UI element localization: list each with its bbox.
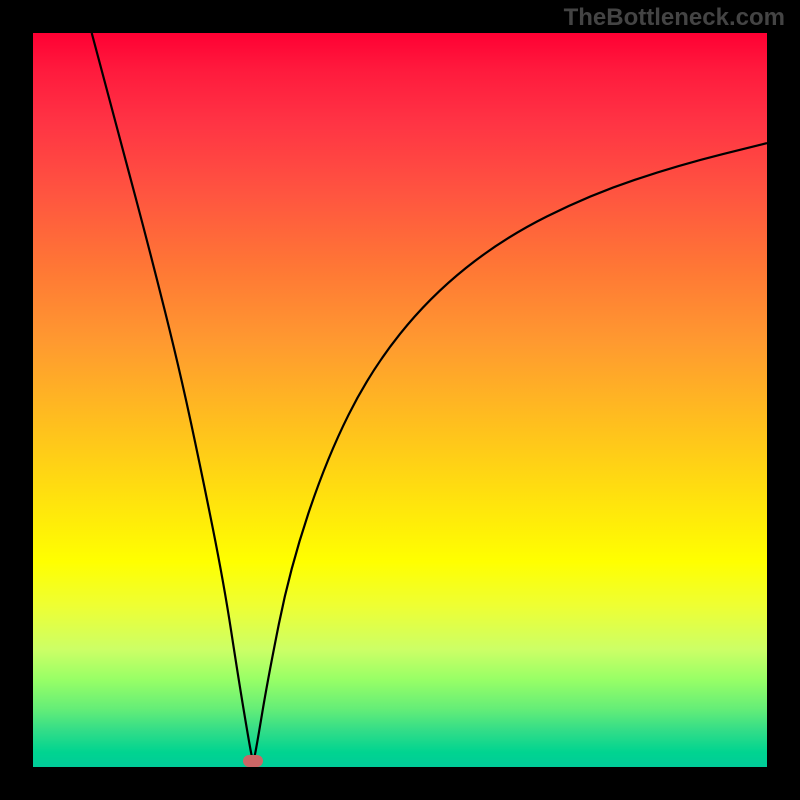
optimum-marker — [243, 755, 263, 767]
bottleneck-curve — [92, 33, 767, 759]
chart-plot-area — [33, 33, 767, 767]
curve-svg — [33, 33, 767, 767]
watermark-text: TheBottleneck.com — [564, 4, 785, 32]
